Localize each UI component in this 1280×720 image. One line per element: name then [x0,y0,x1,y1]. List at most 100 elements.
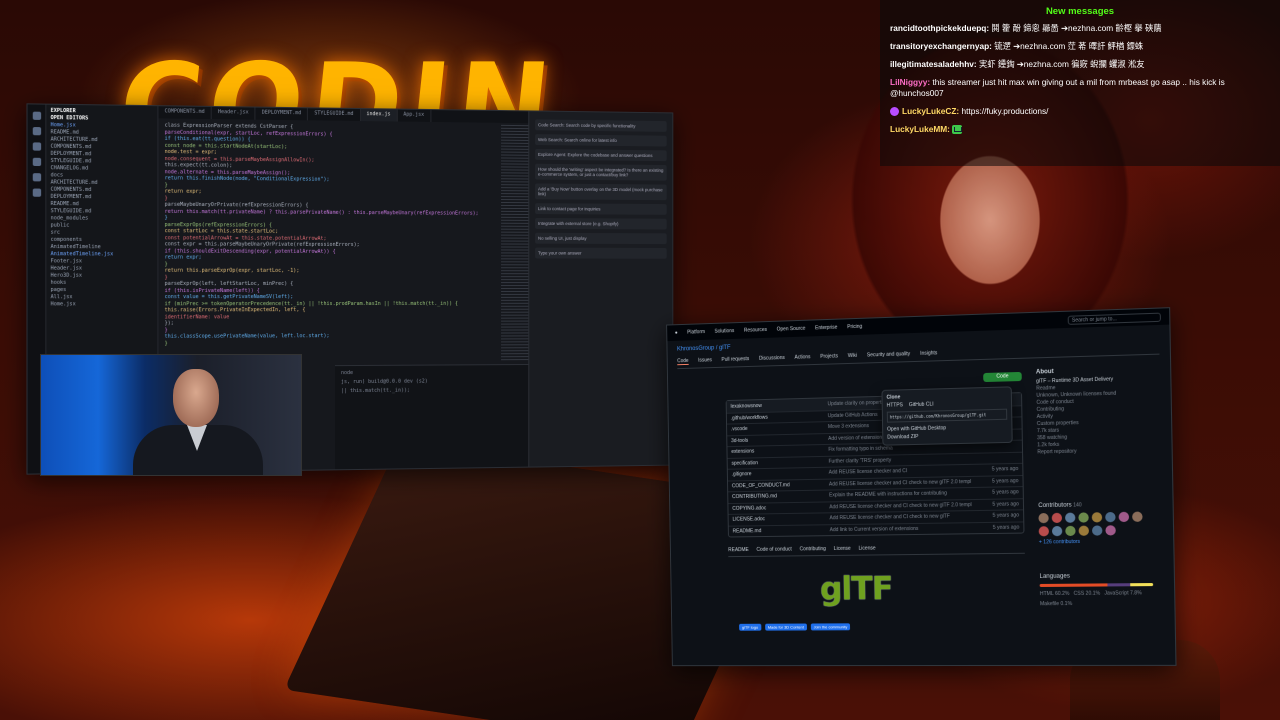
repo-tab[interactable]: Actions [794,354,810,361]
contributor-avatar[interactable] [1132,511,1143,522]
readme-badge[interactable]: Join the community [810,623,851,631]
readme-badges[interactable]: glTF logo Made for 3D Content Join the com… [739,623,851,631]
remote-icon[interactable] [32,188,41,197]
file-name[interactable]: CONTRIBUTING.md [732,493,829,501]
readme-tab[interactable]: Contributing [800,546,826,552]
more-contributors-link[interactable]: + 126 contributors [1039,538,1153,546]
commit-message[interactable]: Add REUSE license checker and CI check t… [829,479,980,488]
ai-chat-option[interactable]: How should the 'writing' aspect be integ… [535,163,667,181]
github-nav-item[interactable]: Open Source [777,326,806,333]
clone-dropdown[interactable]: Clone HTTPS GitHub CLI https://github.co… [881,386,1013,446]
contributor-avatar[interactable] [1091,525,1103,536]
file-name[interactable]: COPYING.adoc [732,504,829,511]
debug-icon[interactable] [32,157,41,167]
repo-tab[interactable]: Security and quality [867,351,910,359]
contributor-avatar[interactable] [1078,512,1089,523]
file-name[interactable]: extensions [731,447,828,455]
code-area[interactable]: class ExpressionParser extends CstParser… [158,120,528,364]
contributor-avatar[interactable] [1091,512,1103,523]
explorer-file-item[interactable]: pages [51,287,154,294]
readme-badge[interactable]: glTF logo [739,623,762,631]
file-name[interactable]: specification [731,459,828,466]
editor-tab[interactable]: STYLEGUIDE.md [308,108,361,122]
ai-chat-pane[interactable]: Code Search: Search code by specific fun… [528,111,673,467]
repo-tab[interactable]: Pull requests [721,356,749,364]
ai-chat-option[interactable]: Code Search: Search code by specific fun… [535,119,667,132]
clone-url-field[interactable]: https://github.com/KhronosGroup/glTF.git [886,408,1008,423]
ai-chat-option[interactable]: Web Search: Search online for latest inf… [535,134,667,147]
github-nav-item[interactable]: Enterprise [815,325,837,332]
clone-tab-cli[interactable]: GitHub CLI [909,402,934,409]
ai-chat-option[interactable]: Type your own answer [535,247,667,259]
contributor-avatar[interactable] [1065,525,1076,537]
chat-text: 鬨 籗 酚 鍗恖 曏啚 ➔nezhna.com 齡樫 擧 硤藬 [991,23,1162,33]
source-control-icon[interactable] [32,142,41,151]
github-nav-item[interactable]: Resources [744,327,767,334]
github-nav-item[interactable]: Solutions [715,328,735,335]
readme-badge[interactable]: Made for 3D Content [764,623,807,631]
editor-tab[interactable]: DEPLOYMENT.md [255,107,309,121]
commit-message[interactable]: Add link to Current version of extension… [830,525,981,533]
repo-tab[interactable]: Issues [698,357,712,364]
file-name[interactable]: CODE_OF_CONDUCT.md [732,481,829,489]
explorer-file-item[interactable]: hooks [51,280,154,287]
repo-tab[interactable]: Wiki [848,353,857,360]
minimap[interactable] [501,124,529,363]
file-name[interactable]: LICENSE.adoc [732,516,829,523]
readme-tab[interactable]: Code of conduct [756,547,791,553]
explorer-file-item[interactable]: Hero3D.jsx [51,273,154,280]
contributor-avatar[interactable] [1051,525,1063,537]
github-logo-icon[interactable]: ● [675,330,678,336]
explorer-file-item[interactable]: All.jsx [51,294,154,301]
code-button[interactable]: Code [983,371,1022,383]
contributor-avatar[interactable] [1038,526,1050,537]
github-nav-item[interactable]: Platform [687,329,705,335]
contributor-avatar[interactable] [1064,512,1076,523]
editor-tab[interactable]: COMPONENTS.md [158,106,212,120]
file-name[interactable]: README.md [733,527,830,534]
ai-chat-option[interactable]: No selling UI, just display [535,232,667,245]
search-icon[interactable] [32,127,41,136]
about-item[interactable]: Report repository [1037,447,1161,457]
files-icon[interactable] [32,111,41,120]
commit-message[interactable]: Add REUSE license checker and CI check t… [829,513,980,522]
file-name[interactable]: .github/workflows [731,413,828,421]
commit-message[interactable]: Add REUSE license checker and CI check t… [829,502,980,510]
readme-tab[interactable]: License [859,545,876,551]
readme-tabs[interactable]: README Code of conduct Contributing License… [728,543,1025,558]
explorer-file-item[interactable]: Home.jsx [51,301,154,308]
ai-chat-option[interactable]: Link to contact page for inquiries [535,203,667,215]
github-search-input[interactable]: Search or jump to... [1067,312,1161,325]
readme-tab[interactable]: License [834,546,851,552]
repo-tab[interactable]: Code [677,358,689,366]
clone-tab-https[interactable]: HTTPS [887,402,903,408]
repo-tab[interactable]: Projects [820,353,838,360]
editor-tab[interactable]: index.js [360,109,398,122]
contributor-avatar[interactable] [1105,511,1116,523]
repo-tab[interactable]: Insights [920,350,937,358]
ai-chat-option[interactable]: Integrate with external store (e.g. Shop… [535,217,667,230]
file-name[interactable]: .vscode [731,424,828,432]
file-name[interactable]: lexaknowsnow [731,401,828,410]
editor-tab[interactable]: Header.jsx [211,106,256,120]
readme-tab[interactable]: README [728,547,749,553]
download-zip-item[interactable]: Download ZIP [887,432,1007,441]
repo-tab[interactable]: Discussions [759,355,785,363]
contributor-avatar[interactable] [1105,525,1116,536]
terminal-panel[interactable]: node js, run) build@0.0.0 dev (s2) || this… [335,363,529,470]
contributor-avatar[interactable] [1051,512,1063,524]
ai-chat-option[interactable]: Explore Agent: Explore the codebase and … [535,148,667,162]
ai-chat-option[interactable]: Add a 'Buy Now' button overlay on the 3D… [535,183,667,201]
contributor-avatar[interactable] [1038,512,1049,524]
commit-message[interactable]: Add REUSE license checker and CI [829,467,980,475]
contributor-avatar[interactable] [1118,511,1130,523]
commit-message[interactable]: Further clarity 'TRS' property [828,455,979,464]
file-name[interactable]: .gitignore [732,470,829,477]
extensions-icon[interactable] [32,173,41,182]
github-window[interactable]: ● Platform Solutions Resources Open Source E… [666,307,1177,667]
contributor-avatar[interactable] [1078,525,1090,536]
commit-message[interactable]: Explain the README with instructions for… [829,490,980,499]
github-nav-item[interactable]: Pricing [847,324,862,330]
editor-tab[interactable]: App.jsx [397,109,432,122]
file-name[interactable]: 3d-tools [731,436,828,444]
